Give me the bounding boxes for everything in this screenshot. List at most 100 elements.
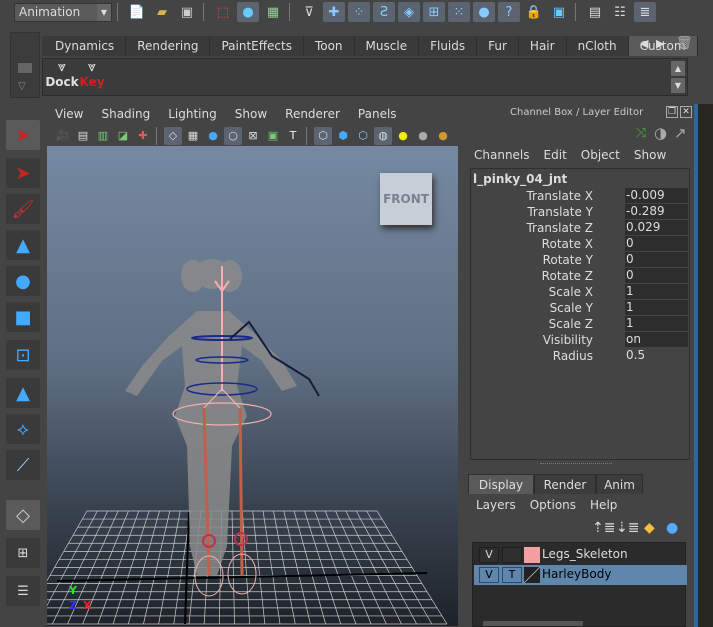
- snap-view-plane-icon[interactable]: ⊞: [423, 2, 445, 22]
- film-gate-icon[interactable]: ▦: [184, 127, 202, 145]
- menu-help[interactable]: Help: [590, 498, 617, 512]
- manipulator-tool[interactable]: ⊡: [6, 340, 40, 370]
- shelf-tab-fur[interactable]: Fur: [477, 36, 519, 56]
- menu-lighting[interactable]: Lighting: [159, 104, 226, 124]
- wireframe-on-shaded-icon[interactable]: ⬡: [354, 127, 372, 145]
- view-cube[interactable]: FRONT: [380, 173, 432, 225]
- tab-display[interactable]: Display: [468, 474, 534, 494]
- shelf-tab-fluids[interactable]: Fluids: [419, 36, 478, 56]
- shelf-tab-ncloth[interactable]: nCloth: [567, 36, 629, 56]
- tab-anim[interactable]: Anim: [596, 474, 643, 494]
- field-chart-icon[interactable]: ⊠: [244, 127, 262, 145]
- outliner-layout[interactable]: ☰: [6, 576, 40, 606]
- bookmark-icon[interactable]: ▥: [94, 127, 112, 145]
- rotate-tool[interactable]: ●: [6, 266, 40, 296]
- trash-icon[interactable]: 🗑: [676, 36, 693, 51]
- menu-edit[interactable]: Edit: [544, 148, 567, 162]
- channel-row[interactable]: Scale X 1: [471, 284, 689, 300]
- shadows-icon[interactable]: ●: [414, 127, 432, 145]
- channel-row[interactable]: Translate X -0.009: [471, 188, 689, 204]
- template-toggle[interactable]: T: [502, 567, 522, 583]
- shelf-button-dock[interactable]: ⩔ Dock: [45, 59, 79, 89]
- camera-icon[interactable]: 🎥: [54, 127, 72, 145]
- select-hierarchy-icon[interactable]: ⬚: [212, 2, 234, 22]
- menu-layers[interactable]: Layers: [476, 498, 516, 512]
- select-component-icon[interactable]: ▦: [262, 2, 284, 22]
- mode-dropdown[interactable]: Animation ▼: [14, 2, 112, 22]
- close-icon[interactable]: ✕: [680, 106, 692, 118]
- panel-resize-handle[interactable]: [540, 463, 612, 466]
- help-icon[interactable]: ?: [498, 2, 520, 22]
- joint-tool[interactable]: ⟋: [6, 450, 40, 480]
- scale-tool[interactable]: ■: [6, 302, 40, 332]
- lasso-tool[interactable]: ➤: [6, 158, 40, 188]
- image-plane-icon[interactable]: ◪: [114, 127, 132, 145]
- grid-icon[interactable]: ◇: [164, 126, 182, 145]
- gate-mask-icon[interactable]: ○: [224, 126, 242, 145]
- layer-color-swatch[interactable]: [524, 567, 540, 583]
- shelf-tab-muscle[interactable]: Muscle: [355, 36, 420, 56]
- smooth-shade-icon[interactable]: ⬢: [334, 127, 352, 145]
- visibility-toggle[interactable]: V: [479, 567, 499, 583]
- four-pane-layout[interactable]: ⊞: [6, 538, 40, 568]
- shelf-tab-painteffects[interactable]: PaintEffects: [210, 36, 304, 56]
- lights-icon[interactable]: ●: [394, 127, 412, 145]
- channel-row[interactable]: Scale Y 1: [471, 300, 689, 316]
- snap-joint-icon[interactable]: ⁘: [348, 2, 370, 22]
- fluid-icon[interactable]: ●: [473, 2, 495, 22]
- particles-icon[interactable]: ⁙: [448, 2, 470, 22]
- shelf-up-icon[interactable]: ▲: [671, 61, 685, 76]
- shelf-down-icon[interactable]: ▽: [18, 81, 26, 92]
- move-layer-down-icon[interactable]: ⇣≣: [616, 520, 639, 536]
- channel-row[interactable]: Rotate Z 0: [471, 268, 689, 284]
- last-tool[interactable]: ⟡: [6, 414, 40, 444]
- template-toggle[interactable]: [502, 547, 522, 563]
- safe-action-icon[interactable]: ▣: [264, 127, 282, 145]
- new-layer-selected-icon[interactable]: ●: [666, 520, 678, 536]
- select-object-icon[interactable]: ●: [237, 2, 259, 22]
- layer-color-swatch[interactable]: [524, 547, 540, 563]
- snap-grid-icon[interactable]: ⊽: [298, 2, 320, 22]
- menu-renderer[interactable]: Renderer: [276, 104, 349, 124]
- channel-row[interactable]: Translate Z 0.029: [471, 220, 689, 236]
- layer-row[interactable]: V Legs_Skeleton: [474, 545, 687, 565]
- menu-panels[interactable]: Panels: [349, 104, 406, 124]
- snap-point-icon[interactable]: ✚: [323, 2, 345, 22]
- shelf-handle[interactable]: ▽: [10, 32, 40, 98]
- channel-value[interactable]: 0.5: [625, 348, 688, 363]
- channel-value[interactable]: -0.009: [625, 188, 688, 203]
- menu-show[interactable]: Show: [634, 148, 666, 162]
- textured-icon[interactable]: ◍: [374, 126, 392, 145]
- shelf-down-icon[interactable]: ▼: [671, 78, 685, 93]
- channel-value[interactable]: on: [625, 332, 688, 347]
- channel-value[interactable]: 1: [625, 300, 688, 315]
- channel-value[interactable]: 0: [625, 252, 688, 267]
- paint-select-tool[interactable]: 🖌: [6, 194, 40, 224]
- shelf-scroll-left-icon[interactable]: ◀: [640, 37, 648, 50]
- select-tool[interactable]: ➤: [6, 120, 40, 150]
- channel-box-icon[interactable]: ≣: [634, 2, 656, 22]
- wireframe-icon[interactable]: ⬡: [314, 126, 332, 145]
- shelf-tab-rendering[interactable]: Rendering: [126, 36, 211, 56]
- visibility-toggle[interactable]: V: [479, 547, 499, 563]
- open-scene-icon[interactable]: ▰: [151, 2, 173, 22]
- channel-value[interactable]: 1: [625, 316, 688, 331]
- menu-show[interactable]: Show: [226, 104, 276, 124]
- select-highlight-icon[interactable]: ▣: [548, 2, 570, 22]
- arrow-icon[interactable]: ↗: [674, 124, 687, 142]
- shelf-button-key[interactable]: ⩔ Key: [79, 59, 105, 89]
- channel-row[interactable]: Visibility on: [471, 332, 689, 348]
- channel-row[interactable]: Rotate Y 0: [471, 252, 689, 268]
- channel-value[interactable]: -0.289: [625, 204, 688, 219]
- move-tool[interactable]: ▲: [6, 230, 40, 260]
- snap-surface-icon[interactable]: ◈: [398, 2, 420, 22]
- float-icon[interactable]: ❐: [666, 106, 678, 118]
- shelf-tab-dynamics[interactable]: Dynamics: [42, 36, 127, 56]
- menu-options[interactable]: Options: [530, 498, 576, 512]
- channel-value[interactable]: 0: [625, 268, 688, 283]
- lock-icon[interactable]: 🔒: [523, 2, 545, 22]
- channel-value[interactable]: 0: [625, 236, 688, 251]
- new-scene-icon[interactable]: 📄: [126, 2, 148, 22]
- horizontal-scrollbar[interactable]: [483, 621, 583, 626]
- tab-render[interactable]: Render: [534, 474, 596, 494]
